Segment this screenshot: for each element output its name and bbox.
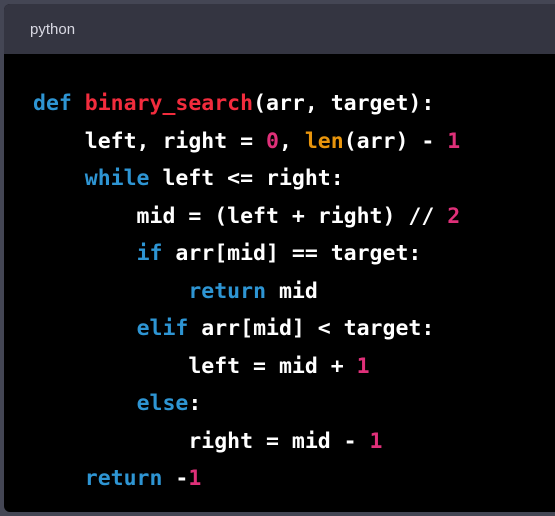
code-token: : <box>188 391 202 416</box>
code-token: arr[mid] == target: <box>162 241 422 266</box>
code-token: left, right = <box>33 128 266 154</box>
code-token: 2 <box>447 203 461 229</box>
code-token: , <box>278 128 305 154</box>
code-token: 1 <box>356 353 370 379</box>
code-token: - <box>162 466 189 491</box>
code-token: elif <box>136 316 189 341</box>
code-line: else: <box>33 385 555 423</box>
code-line: elif arr[mid] < target: <box>33 310 555 348</box>
code-token: mid = (left + right) // <box>33 203 448 229</box>
code-token: left <= right: <box>149 166 344 191</box>
code-token: while <box>84 166 150 191</box>
code-token: if <box>136 241 163 266</box>
code-token: def <box>33 91 85 116</box>
code-token: return <box>84 466 163 491</box>
code-token: mid <box>266 278 318 304</box>
code-token: 0 <box>266 128 279 154</box>
code-line: if arr[mid] == target: <box>33 235 555 273</box>
code-token: 1 <box>447 128 461 154</box>
code-content[interactable]: def binary_search(arr, target): left, ri… <box>4 54 555 498</box>
code-line: left = mid + 1 <box>33 348 555 386</box>
code-line: right = mid - 1 <box>33 423 555 461</box>
code-line: while left <= right: <box>33 160 555 198</box>
code-line: return mid <box>33 273 555 311</box>
code-token: (arr) - <box>343 128 448 154</box>
code-token: binary_search <box>84 91 254 116</box>
code-line: left, right = 0, len(arr) - 1 <box>33 123 555 161</box>
code-token: arr[mid] < target: <box>188 316 435 341</box>
code-block-header: python <box>4 4 555 54</box>
code-line: mid = (left + right) // 2 <box>33 198 555 236</box>
code-line: def binary_search(arr, target): <box>33 85 555 123</box>
code-token: return <box>188 278 267 304</box>
language-label: python <box>30 20 76 38</box>
code-line: return -1 <box>33 460 555 498</box>
code-block: python def binary_search(arr, target): l… <box>4 4 555 512</box>
code-token: len <box>304 128 344 154</box>
code-token: else <box>136 391 189 416</box>
code-token: left = mid + <box>33 353 357 379</box>
code-token: 1 <box>369 428 383 454</box>
code-token: 1 <box>188 466 202 491</box>
code-token: right = mid - <box>33 428 370 454</box>
code-token: (arr, target): <box>253 91 435 116</box>
